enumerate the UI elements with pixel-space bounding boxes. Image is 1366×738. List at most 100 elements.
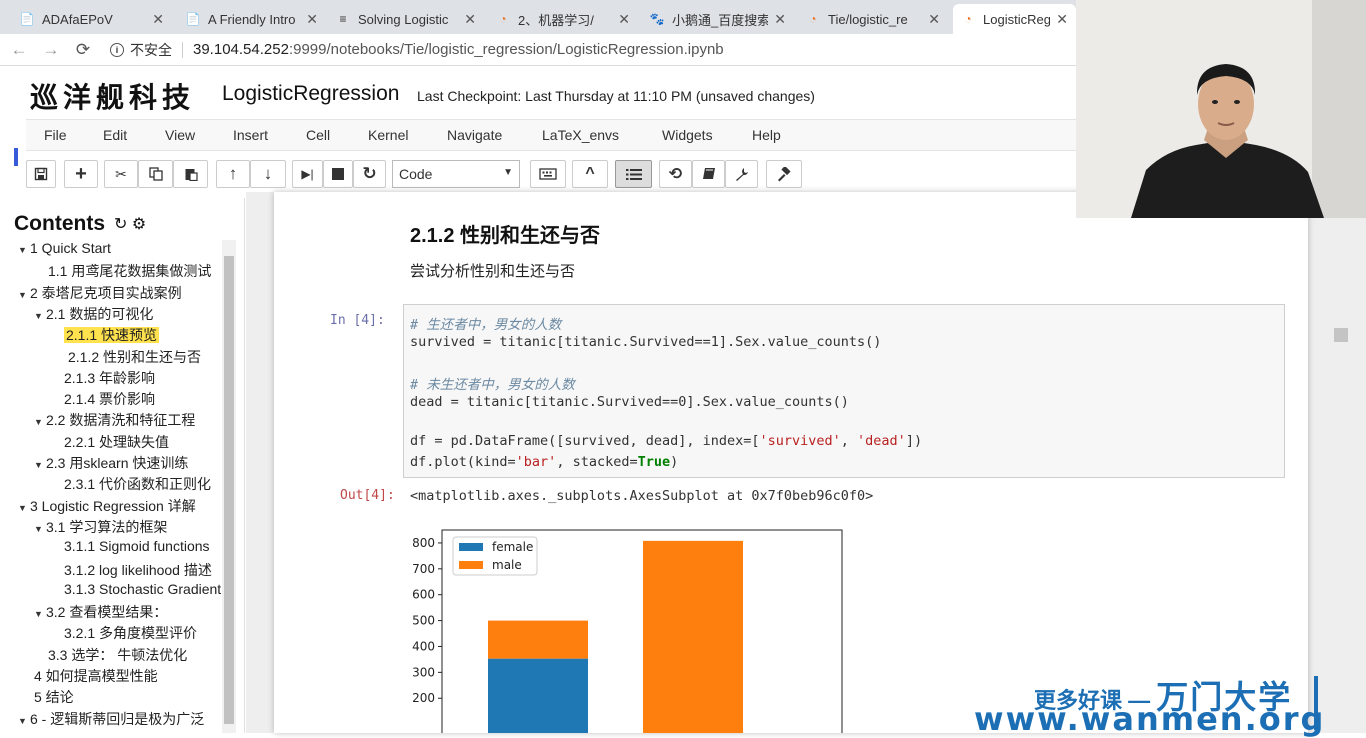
collapse-triangle-icon[interactable]: ▼ — [34, 609, 46, 619]
toc-gear-icon[interactable]: ⚙ — [132, 216, 146, 233]
toc-item[interactable]: 2.1.2 性别和生还与否 — [68, 347, 222, 367]
toc-item[interactable]: ▼ 3 Logistic Regression 详解 — [18, 496, 222, 516]
bar-male-survived — [488, 620, 588, 659]
browser-tab[interactable]: 📄 A Friendly Intro ✕ — [178, 4, 326, 34]
close-tab-icon[interactable]: ✕ — [152, 11, 164, 28]
insert-cell-plus-icon[interactable]: + — [64, 160, 98, 188]
toc-item-label: 3 Logistic Regression 详解 — [30, 497, 196, 514]
toc-item-label: 2.1.2 性别和生还与否 — [68, 348, 202, 365]
cell-type-select[interactable]: Code ▼ — [392, 160, 520, 188]
toc-item[interactable]: ▼ 2 泰塔尼克项目实战案例 — [18, 283, 222, 303]
menu-latex-envs[interactable]: LaTeX_envs — [542, 127, 619, 143]
toc-item[interactable]: ▼ 3.1 学习算法的框架 — [34, 517, 222, 537]
logo[interactable]: 巡洋舰科技 — [30, 76, 195, 116]
collapse-triangle-icon[interactable]: ▼ — [34, 417, 46, 427]
move-up-arrow-icon[interactable]: ↑ — [216, 160, 250, 188]
reload-icon[interactable]: ⟳ — [70, 40, 96, 60]
copy-icon[interactable] — [138, 160, 173, 188]
toc-item-label: 2.1 数据的可视化 — [46, 305, 154, 322]
toc-item[interactable]: 3.2.1 多角度模型评价 — [64, 623, 222, 643]
security-indicator[interactable]: i 不安全 — [110, 40, 193, 60]
menu-navigate[interactable]: Navigate — [447, 127, 502, 143]
y-tick-label: 600 — [412, 588, 435, 602]
page-scrollbar-thumb[interactable] — [1334, 328, 1348, 342]
tab-title: 小鹅通_百度搜索 — [672, 12, 769, 28]
toc-item-label: 6 - 逻辑斯蒂回归是极为广泛 — [30, 710, 205, 727]
menu-cell[interactable]: Cell — [306, 127, 330, 143]
tab-title: 2、机器学习/ — [518, 12, 594, 28]
collapse-triangle-icon[interactable]: ▼ — [18, 716, 30, 726]
menu-file[interactable]: File — [44, 127, 67, 143]
collapse-triangle-icon[interactable]: ▼ — [18, 245, 30, 255]
browser-tab[interactable]: 📄 ADAfaEPoV ✕ — [12, 4, 172, 34]
browser-tab[interactable]: 🐾 小鹅通_百度搜索 ✕ — [642, 4, 794, 34]
collapse-triangle-icon[interactable]: ▼ — [34, 524, 46, 534]
toc-item[interactable]: 4 如何提高模型性能 — [34, 666, 222, 686]
toc-item[interactable]: 1.1 用鸢尾花数据集做测试 — [48, 261, 222, 281]
url-field[interactable]: 39.104.54.252:9999/notebooks/Tie/logisti… — [193, 41, 724, 58]
checkpoint-status: Last Checkpoint: Last Thursday at 11:10 … — [417, 88, 815, 104]
close-tab-icon[interactable]: ✕ — [928, 11, 940, 28]
menu-edit[interactable]: Edit — [103, 127, 127, 143]
close-tab-icon[interactable]: ✕ — [774, 11, 786, 28]
book-icon[interactable] — [692, 160, 725, 188]
browser-tab[interactable]: ◔ LogisticRegress ✕ — [953, 4, 1076, 34]
menu-help[interactable]: Help — [752, 127, 781, 143]
run-step-icon[interactable]: ▶| — [292, 160, 323, 188]
back-arrow-icon[interactable]: ← — [6, 40, 32, 60]
collapse-triangle-icon[interactable]: ▼ — [18, 503, 30, 513]
toc-item[interactable]: 3.1.3 Stochastic Gradient — [64, 581, 222, 597]
collapse-chevron-up-icon[interactable]: ^ — [572, 160, 608, 188]
notebook-name[interactable]: LogisticRegression — [222, 82, 399, 106]
gavel-icon[interactable] — [766, 160, 802, 188]
toc-scrollbar-thumb[interactable] — [224, 256, 234, 724]
refresh-icon[interactable]: ⟲ — [659, 160, 692, 188]
toc-item[interactable]: ▼ 3.2 查看模型结果： — [34, 602, 222, 622]
close-tab-icon[interactable]: ✕ — [306, 11, 318, 28]
toc-item[interactable]: 3.3 选学： 牛顿法优化 — [48, 645, 222, 665]
close-tab-icon[interactable]: ✕ — [1056, 11, 1068, 28]
toc-item[interactable]: ▼ 2.2 数据清洗和特征工程 — [34, 410, 222, 430]
menu-kernel[interactable]: Kernel — [368, 127, 408, 143]
paste-clipboard-icon[interactable] — [173, 160, 208, 188]
move-down-arrow-icon[interactable]: ↓ — [250, 160, 286, 188]
wrench-icon[interactable] — [725, 160, 758, 188]
toc-item[interactable]: ▼ 2.3 用sklearn 快速训练 — [34, 453, 222, 473]
toc-item[interactable]: ▼ 2.1 数据的可视化 — [34, 304, 222, 324]
toc-item[interactable]: ▼ 1 Quick Start — [18, 240, 222, 256]
tab-title: ADAfaEPoV — [42, 11, 113, 27]
menu-widgets[interactable]: Widgets — [662, 127, 713, 143]
close-tab-icon[interactable]: ✕ — [618, 11, 630, 28]
toc-item[interactable]: 3.1.2 log likelihood 描述 — [64, 560, 222, 580]
toc-list-icon[interactable] — [615, 160, 652, 188]
collapse-triangle-icon[interactable]: ▼ — [34, 460, 46, 470]
close-tab-icon[interactable]: ✕ — [464, 11, 476, 28]
toc-item[interactable]: 5 结论 — [34, 687, 222, 707]
webcam-overlay — [1076, 0, 1366, 218]
browser-tab[interactable]: ≡ Solving Logistic ✕ — [328, 4, 484, 34]
browser-tab[interactable]: ◔ Tie/logistic_re ✕ — [798, 4, 948, 34]
toc-item[interactable]: 2.1.4 票价影响 — [64, 389, 222, 409]
toc-item[interactable]: ▼ 6 - 逻辑斯蒂回归是极为广泛 — [18, 709, 222, 729]
legend-label: male — [492, 558, 522, 572]
toc-item[interactable]: 2.1.3 年龄影响 — [64, 368, 222, 388]
stop-square-icon[interactable] — [323, 160, 353, 188]
browser-tab[interactable]: ◔ 2、机器学习/ ✕ — [488, 4, 638, 34]
save-icon[interactable] — [26, 160, 56, 188]
sidebar-splitter[interactable] — [244, 198, 245, 733]
toc-item[interactable]: 2.3.1 代价函数和正则化 — [64, 474, 222, 494]
menu-insert[interactable]: Insert — [233, 127, 268, 143]
toc-refresh-icon[interactable]: ↻ — [114, 216, 127, 233]
keyboard-icon[interactable] — [530, 160, 566, 188]
toc-item[interactable]: 2.1.1 快速预览 — [64, 325, 222, 345]
collapse-triangle-icon[interactable]: ▼ — [18, 290, 30, 300]
forward-arrow-icon[interactable]: → — [38, 40, 64, 60]
cut-scissors-icon[interactable]: ✂ — [104, 160, 138, 188]
restart-kernel-icon[interactable]: ↻ — [353, 160, 386, 188]
toc-item[interactable]: 3.1.1 Sigmoid functions — [64, 538, 222, 554]
toc-item[interactable]: 2.2.1 处理缺失值 — [64, 432, 222, 452]
toc-title: Contents — [14, 212, 105, 235]
collapse-triangle-icon[interactable]: ▼ — [34, 311, 46, 321]
jupyter-header: 巡洋舰科技 LogisticRegression Last Checkpoint… — [0, 66, 1076, 116]
menu-view[interactable]: View — [165, 127, 195, 143]
